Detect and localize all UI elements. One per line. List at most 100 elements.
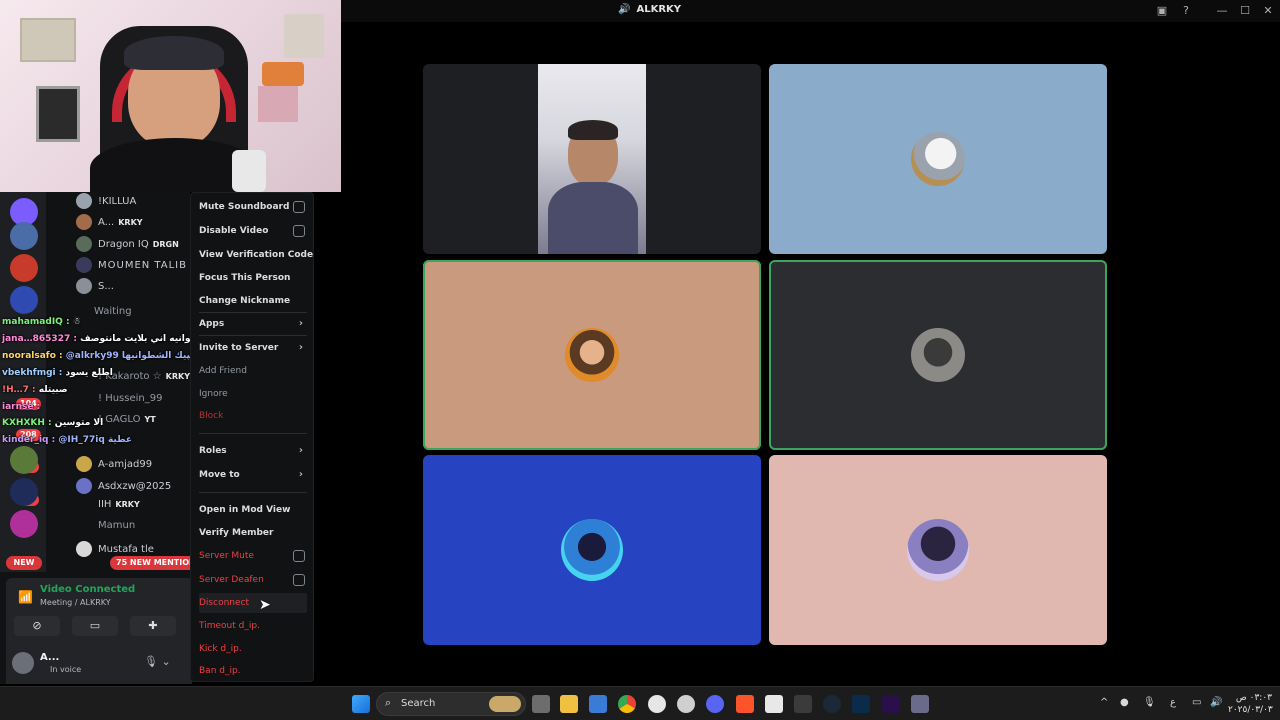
steam-icon[interactable] — [823, 695, 841, 713]
chrome-icon[interactable] — [618, 695, 636, 713]
voice-member[interactable]: MOUMEN TALIB — [76, 257, 187, 275]
menu-item-block[interactable]: Block — [199, 406, 307, 426]
menu-item-apps[interactable]: Apps › — [199, 314, 307, 334]
menu-divider — [199, 433, 307, 434]
chat-message: !H…7 : صبيتله — [2, 385, 68, 395]
participant-avatar — [565, 328, 619, 382]
streamer-camera — [0, 0, 341, 192]
activities-button[interactable]: ✚ — [130, 616, 176, 636]
app-icon[interactable] — [648, 695, 666, 713]
menu-item-server-mute[interactable]: Server Mute — [199, 546, 307, 566]
menu-item-ban[interactable]: Ban d_ip. — [199, 661, 307, 681]
video-tile[interactable] — [769, 64, 1107, 254]
checkbox[interactable] — [293, 550, 305, 562]
chevron-right-icon: › — [298, 318, 303, 329]
menu-item-focus-person[interactable]: Focus This Person — [199, 268, 307, 288]
checkbox[interactable] — [293, 225, 305, 237]
voice-member[interactable]: Dragon IQ DRGN — [76, 236, 179, 254]
signal-icon[interactable]: 📶 — [18, 590, 33, 604]
menu-item-roles[interactable]: Roles › — [199, 441, 307, 461]
server-icon[interactable] — [10, 478, 38, 506]
taskbar-search[interactable]: ⌕ Search — [376, 692, 526, 716]
avatar — [76, 456, 92, 472]
close-button[interactable]: ✕ — [1260, 3, 1276, 19]
menu-item-disconnect[interactable]: Disconnect — [199, 593, 307, 613]
menu-item-open-mod-view[interactable]: Open in Mod View — [199, 500, 307, 520]
chat-message: kinder_iq : @IH_77iq عطية — [2, 435, 132, 445]
help-icon[interactable]: ? — [1178, 3, 1194, 19]
video-tile[interactable] — [769, 260, 1107, 450]
menu-item-add-friend[interactable]: Add Friend — [199, 361, 307, 381]
task-view-icon[interactable] — [532, 695, 550, 713]
menu-item-timeout[interactable]: Timeout d_ip. — [199, 616, 307, 636]
new-pill[interactable]: NEW — [6, 556, 42, 570]
store-icon[interactable] — [589, 695, 607, 713]
taskbar-clock[interactable]: ٠٣:٠٣ ص ٢٠٢٥/٠٣/٠٣ — [1228, 692, 1273, 716]
app-icon[interactable] — [911, 695, 929, 713]
notepad-icon[interactable] — [765, 695, 783, 713]
camera-off-button[interactable]: ⊘ — [14, 616, 60, 636]
menu-item-disable-video[interactable]: Disable Video — [199, 221, 307, 241]
server-icon[interactable] — [10, 510, 38, 538]
menu-item-verify-member[interactable]: Verify Member — [199, 523, 307, 543]
voice-member[interactable]: S... — [76, 278, 114, 296]
inbox-icon[interactable]: ▣ — [1154, 3, 1170, 19]
minimize-button[interactable]: — — [1214, 3, 1230, 19]
server-icon[interactable] — [10, 222, 38, 250]
tray-volume-icon[interactable]: 🔊 — [1210, 697, 1222, 708]
screen-share-button[interactable]: ▭ — [72, 616, 118, 636]
tray-overflow-icon[interactable]: ^ — [1100, 697, 1108, 708]
server-icon[interactable] — [10, 446, 38, 474]
voice-member[interactable]: A... KRKY — [76, 214, 143, 232]
obs-icon[interactable] — [677, 695, 695, 713]
tray-network-icon[interactable]: ▭ — [1192, 697, 1201, 708]
maximize-button[interactable]: ☐ — [1237, 3, 1253, 19]
avatar[interactable] — [12, 652, 34, 674]
user-context-menu: Mute Soundboard Disable Video View Verif… — [190, 192, 314, 682]
menu-item-server-deafen[interactable]: Server Deafen — [199, 570, 307, 590]
premiere-icon[interactable] — [882, 695, 900, 713]
checkbox[interactable] — [293, 201, 305, 213]
video-tile[interactable] — [423, 260, 761, 450]
video-tile[interactable] — [769, 455, 1107, 645]
window-title: 🔊 ALKRKY — [618, 4, 682, 15]
video-tile[interactable] — [423, 64, 761, 254]
user-name[interactable]: A... — [40, 652, 59, 663]
brave-icon[interactable] — [736, 695, 754, 713]
discord-icon[interactable] — [706, 695, 724, 713]
menu-item-change-nickname[interactable]: Change Nickname — [199, 291, 307, 311]
menu-item-view-verification-code[interactable]: View Verification Code — [199, 245, 313, 265]
capcut-icon[interactable] — [794, 695, 812, 713]
server-icon[interactable] — [10, 254, 38, 282]
voice-member[interactable]: A-amjad99 — [76, 456, 152, 474]
start-icon[interactable] — [352, 695, 370, 713]
menu-item-move-to[interactable]: Move to › — [199, 465, 307, 485]
checkbox[interactable] — [293, 574, 305, 586]
user-panel: A... In voice 🎙 ⌄ — [6, 646, 192, 684]
microphone-icon[interactable]: 🎙 ⌄ — [144, 655, 171, 668]
voice-member[interactable]: IIH KRKY — [98, 499, 140, 517]
shelf-item — [284, 14, 324, 58]
chat-message: KXHXKH : الا متوسين — [2, 418, 104, 428]
menu-item-invite-to-server[interactable]: Invite to Server › — [199, 338, 307, 358]
voice-channel-path[interactable]: Meeting / ALKRKY — [40, 598, 111, 607]
file-explorer-icon[interactable] — [560, 695, 578, 713]
streamer-bandana — [124, 36, 224, 70]
voice-channel-waiting[interactable]: Waiting — [94, 306, 132, 324]
tray-app-icon[interactable]: ● — [1120, 697, 1129, 708]
menu-item-mute-soundboard[interactable]: Mute Soundboard — [199, 197, 307, 217]
video-tile[interactable] — [423, 455, 761, 645]
voice-member[interactable]: !KILLUA — [76, 193, 136, 211]
menu-item-ignore[interactable]: Ignore — [199, 384, 307, 404]
voice-member[interactable]: ! Hussein_99 — [98, 393, 162, 411]
voice-member[interactable]: ! GAGLO YT — [98, 414, 156, 432]
menu-item-kick[interactable]: Kick d_ip. — [199, 639, 307, 659]
photoshop-icon[interactable] — [852, 695, 870, 713]
chat-message: jana…865327 : الغضوانيه اني بلايت مانتوص… — [2, 334, 211, 344]
voice-member[interactable]: Asdxzw@2025 — [76, 478, 171, 496]
server-icon[interactable] — [10, 286, 38, 314]
voice-status[interactable]: Video Connected — [40, 584, 135, 595]
voice-member[interactable]: Mamun — [98, 520, 135, 538]
tray-mic-icon[interactable]: 🎙 — [1143, 697, 1156, 708]
tray-language-icon[interactable]: ع — [1170, 697, 1176, 708]
